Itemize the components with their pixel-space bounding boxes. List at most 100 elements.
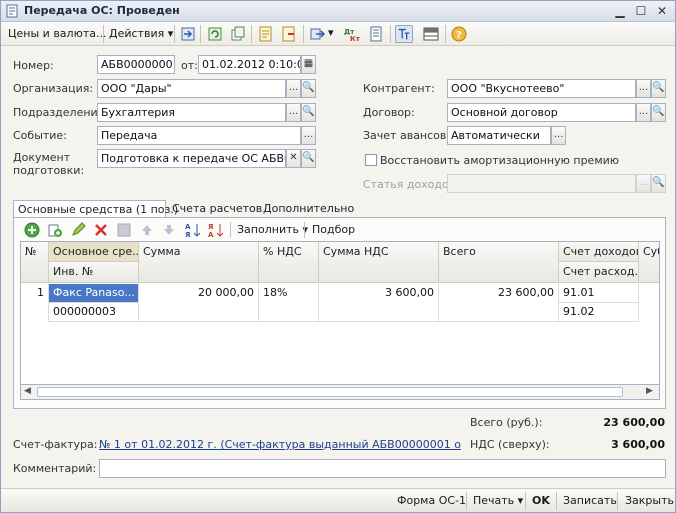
prep-doc-search-icon[interactable]: 🔍 [301,149,316,168]
advance-offset-field[interactable]: Автоматически [447,126,551,145]
restore-premium-label: Восстановить амортизационную премию [380,154,620,167]
counterparty-select-button[interactable]: ... [636,79,651,98]
chevron-down-icon: ▾ [517,494,524,507]
row-number-cell[interactable]: 1 [21,284,49,322]
department-select-button[interactable]: ... [286,103,301,122]
column-header-expense-account[interactable]: Счет расход... [559,262,639,283]
horizontal-scrollbar[interactable]: ◀ ▶ [20,384,660,400]
add-row-icon[interactable] [24,222,40,238]
delete-row-icon[interactable] [93,222,109,238]
inventory-number-cell[interactable]: 000000003 [49,303,139,322]
chevron-down-icon: ▾ [167,27,174,40]
refresh-icon[interactable] [206,25,224,43]
tab-additional[interactable]: Дополнительно [259,200,358,218]
invoice-link[interactable]: № 1 от 01.02.2012 г. (Счет-фактура выдан… [99,438,461,451]
subordinate-docs-icon[interactable] [395,25,413,43]
document-list-icon[interactable] [257,25,275,43]
prep-doc-field[interactable]: Подготовка к передаче ОС АБВ00 [97,149,286,168]
income-item-label: Статья доходов: [363,178,459,191]
table-settings-icon[interactable] [422,25,440,43]
actions-menu[interactable]: Действия ▾ [109,27,173,40]
column-header-asset[interactable]: Основное сре... [49,242,139,262]
column-header-inventory-number[interactable]: Инв. № [49,262,139,283]
organization-field[interactable]: ООО "Дары" [97,79,286,98]
column-header-income-account[interactable]: Счет доходов [559,242,639,262]
comment-field[interactable] [99,459,666,478]
calendar-icon[interactable]: ▦ [301,55,316,74]
toolbar-separator [174,25,175,43]
close-button[interactable]: Закрыть [625,494,674,507]
print-menu[interactable]: Печать ▾ [473,494,523,507]
go-to-dropdown-icon[interactable]: ▾ [328,26,334,39]
structure-icon[interactable] [367,25,385,43]
document-move-icon[interactable] [280,25,298,43]
column-header-sum[interactable]: Сумма [139,242,259,283]
sort-ascending-icon[interactable]: А Я [184,221,202,239]
department-search-icon[interactable]: 🔍 [301,103,316,122]
event-label: Событие: [13,129,67,142]
expense-account-cell[interactable]: 91.02 [559,303,639,322]
close-icon[interactable]: ✕ [653,3,671,19]
sort-descending-icon[interactable]: Я А [207,221,225,239]
fill-menu[interactable]: Заполнить ▾ [237,223,308,236]
contract-search-icon[interactable]: 🔍 [651,103,666,122]
vat-value: 3 600,00 [611,438,665,451]
vat-label: НДС (сверху): [470,438,550,451]
tab-settlement-accounts[interactable]: Счета расчетов [168,200,266,218]
bottom-separator [466,492,467,510]
actions-label: Действия [109,27,165,40]
minimize-icon[interactable]: ▁ [611,3,629,19]
toolbar-separator [200,25,201,43]
contract-select-button[interactable]: ... [636,103,651,122]
advance-offset-select-button[interactable]: ... [551,126,566,145]
counterparty-search-icon[interactable]: 🔍 [651,79,666,98]
counterparty-field[interactable]: ООО "Вкуснотеево" [447,79,636,98]
svg-text:А: А [208,231,214,239]
organization-select-button[interactable]: ... [286,79,301,98]
bottom-separator [556,492,557,510]
number-field[interactable]: АБВ00000001 [97,55,175,74]
contract-field[interactable]: Основной договор [447,103,636,122]
form-os1-button[interactable]: Форма ОС-1 [397,494,466,507]
date-from-label: от: [181,59,198,72]
help-icon[interactable]: ? [450,25,468,43]
copy-row-icon[interactable] [47,222,63,238]
column-header-vat-percent[interactable]: % НДС [259,242,319,283]
post-document-icon[interactable] [179,25,197,43]
scrollbar-thumb[interactable] [37,387,623,397]
clear-icon[interactable]: ✕ [286,149,301,168]
vat-percent-cell[interactable]: 18% [259,284,319,322]
event-select-button[interactable]: ... [301,126,316,145]
prices-currency-button[interactable]: Цены и валюта... [8,27,106,40]
svg-text:?: ? [456,30,462,41]
income-account-cell[interactable]: 91.01 [559,284,639,303]
sum-cell[interactable]: 20 000,00 [139,284,259,322]
toolbar-separator [445,25,446,43]
column-header-subconto[interactable]: Суб [639,242,659,283]
copy-icon[interactable] [229,25,247,43]
column-header-total[interactable]: Всего [439,242,559,283]
column-header-number[interactable]: № [21,242,49,283]
restore-premium-checkbox[interactable] [365,154,377,166]
date-field[interactable]: 01.02.2012 0:10:00 [198,55,301,74]
ok-button[interactable]: OK [532,494,550,507]
prep-doc-label-line1: Документ [13,151,71,164]
organization-search-icon[interactable]: 🔍 [301,79,316,98]
column-header-vat-sum[interactable]: Сумма НДС [319,242,439,283]
asset-cell[interactable]: Факс Panaso... [49,284,139,303]
save-button[interactable]: Записать [563,494,617,507]
toolbar: Цены и валюта... Действия ▾ ▾ Дт Кт ? [1,22,675,46]
maximize-icon[interactable]: ☐ [632,3,650,19]
edit-row-icon[interactable] [70,222,86,238]
scroll-right-icon[interactable]: ▶ [646,386,653,396]
department-field[interactable]: Бухгалтерия [97,103,286,122]
event-field[interactable]: Передача [97,126,301,145]
scroll-left-icon[interactable]: ◀ [24,386,31,396]
total-cell[interactable]: 23 600,00 [439,284,559,322]
document-icon [6,4,18,18]
select-button[interactable]: Подбор [312,223,355,236]
svg-text:Я: Я [208,223,213,231]
vat-sum-cell[interactable]: 3 600,00 [319,284,439,322]
go-to-icon[interactable] [309,25,327,43]
debit-credit-icon[interactable]: Дт Кт [343,25,361,43]
